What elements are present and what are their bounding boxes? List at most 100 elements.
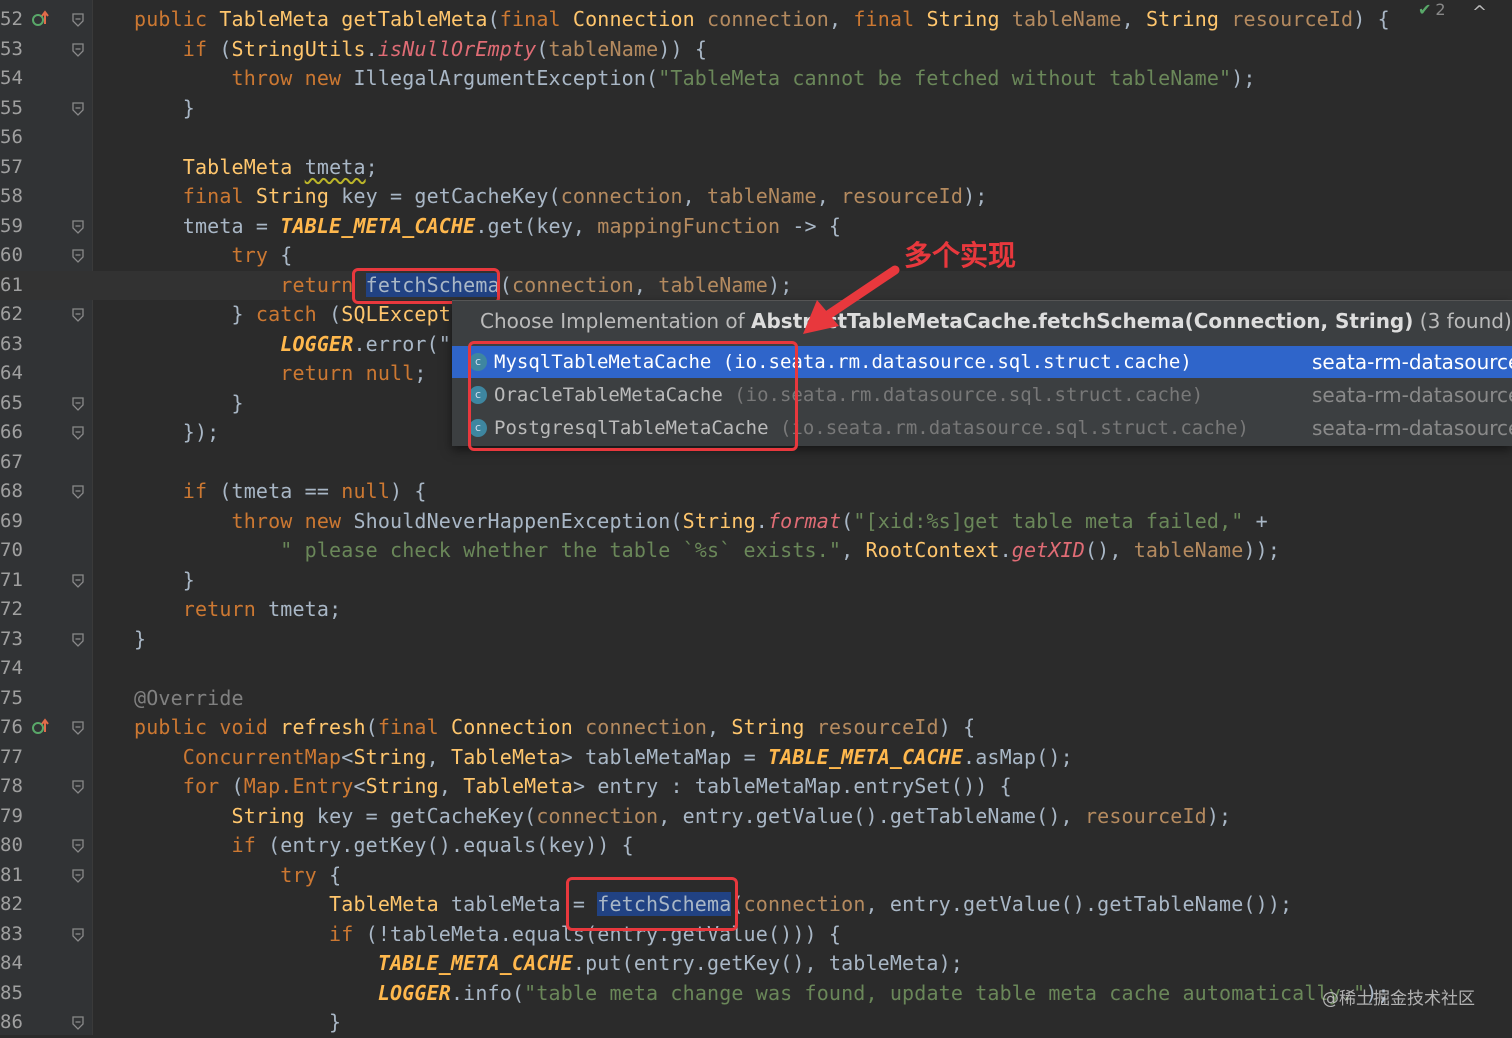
fold-icon[interactable] (72, 425, 84, 440)
code-line[interactable]: 85 LOGGER.info("table meta change was fo… (0, 979, 1512, 1009)
fold-icon[interactable] (72, 838, 84, 853)
code-line[interactable]: 59 tmeta = TABLE_META_CACHE.get(key, map… (0, 212, 1512, 242)
code-line[interactable]: 78 for (Map.Entry<String, TableMeta> ent… (0, 772, 1512, 802)
code-line[interactable]: 72 return tmeta; (0, 595, 1512, 625)
code-token: TABLE_META_CACHE (280, 213, 476, 238)
fold-icon[interactable] (72, 396, 84, 411)
code-line[interactable]: 69 throw new ShouldNeverHappenException(… (0, 507, 1512, 537)
code-text[interactable]: public void refresh(final Connection con… (134, 713, 975, 743)
code-text[interactable]: TABLE_META_CACHE.put(entry.getKey(), tab… (134, 949, 963, 979)
code-text[interactable]: if (StringUtils.isNullOrEmpty(tableName)… (134, 35, 707, 65)
code-line[interactable]: 68 if (tmeta == null) { (0, 477, 1512, 507)
code-line[interactable]: 74 (0, 654, 1512, 684)
fold-icon[interactable] (72, 720, 84, 735)
code-token: String (731, 715, 817, 739)
fold-icon[interactable] (72, 484, 84, 499)
fold-icon[interactable] (72, 219, 84, 234)
code-text[interactable]: try { (134, 861, 341, 891)
code-text[interactable]: LOGGER.error("g (134, 330, 463, 360)
code-line[interactable]: 83 if (!tableMeta.equals(entry.getValue(… (0, 920, 1512, 950)
code-token: String (231, 803, 317, 828)
line-number: 71 (0, 568, 23, 591)
code-token: ( (329, 302, 342, 326)
code-line[interactable]: 53 if (StringUtils.isNullOrEmpty(tableNa… (0, 35, 1512, 65)
code-token: connection (560, 184, 683, 208)
code-token: ( (487, 7, 500, 31)
code-token: TableMeta (451, 744, 561, 769)
code-text[interactable]: if (entry.getKey().equals(key)) { (134, 831, 634, 861)
override-marker-icon[interactable] (31, 10, 49, 28)
chevron-up-icon[interactable]: ^ (1472, 2, 1487, 23)
code-text[interactable]: } (134, 625, 146, 655)
code-token: TABLE_META_CACHE (767, 744, 964, 769)
code-text[interactable]: final String key = getCacheKey(connectio… (134, 182, 988, 212)
code-text[interactable]: LOGGER.info("table meta change was found… (134, 979, 1390, 1009)
code-text[interactable]: tmeta = TABLE_META_CACHE.get(key, mappin… (134, 212, 841, 242)
code-text[interactable]: } catch (SQLExcepti (134, 300, 464, 330)
code-line[interactable]: 52 public TableMeta getTableMeta(final Co… (0, 5, 1512, 35)
code-text[interactable]: if (tmeta == null) { (134, 477, 427, 507)
code-text[interactable]: } (134, 1008, 341, 1038)
code-text[interactable]: return tmeta; (134, 595, 341, 625)
code-line[interactable]: 79 String key = getCacheKey(connection, … (0, 802, 1512, 832)
code-line[interactable]: 60 try { (0, 241, 1512, 271)
code-text[interactable]: TableMeta tmeta; (134, 153, 378, 183)
code-token: .info( (450, 980, 525, 1005)
fold-icon[interactable] (72, 248, 84, 263)
code-token: TableMeta (219, 7, 342, 31)
code-line[interactable]: 84 TABLE_META_CACHE.put(entry.getKey(), … (0, 949, 1512, 979)
code-line[interactable]: 82 TableMeta tableMeta = fetchSchema(con… (0, 890, 1512, 920)
fold-icon[interactable] (72, 632, 84, 647)
code-text[interactable]: " please check whether the table `%s` ex… (134, 536, 1280, 566)
code-line[interactable]: 57 TableMeta tmeta; (0, 153, 1512, 183)
fold-icon[interactable] (72, 1015, 84, 1030)
code-line[interactable]: 73} (0, 625, 1512, 655)
code-line[interactable]: 71 } (0, 566, 1512, 596)
code-text[interactable]: String key = getCacheKey(connection, ent… (134, 802, 1232, 832)
code-text[interactable]: ConcurrentMap<String, TableMeta> tableMe… (134, 743, 1073, 773)
code-token: String (255, 184, 342, 208)
fold-icon[interactable] (72, 779, 84, 794)
code-text[interactable]: public TableMeta getTableMeta(final Conn… (134, 5, 1390, 35)
code-line[interactable]: 75 @Override (0, 684, 1512, 714)
inspection-widget[interactable]: ✔ 2 (1418, 0, 1446, 22)
code-line[interactable]: 56 (0, 123, 1512, 153)
code-token: final (134, 184, 256, 208)
code-text[interactable]: @Override (134, 684, 244, 714)
code-line[interactable]: 55 } (0, 94, 1512, 124)
override-marker-icon[interactable] (31, 718, 49, 736)
fold-icon[interactable] (72, 101, 84, 116)
line-number: 72 (0, 598, 23, 620)
code-text[interactable]: }); (134, 418, 219, 448)
code-line[interactable]: 77 ConcurrentMap<String, TableMeta> tabl… (0, 743, 1512, 773)
code-text[interactable]: throw new ShouldNeverHappenException(Str… (134, 507, 1268, 537)
fold-icon[interactable] (72, 307, 84, 322)
fold-icon[interactable] (72, 12, 84, 27)
code-line[interactable]: 76 public void refresh(final Connection c… (0, 713, 1512, 743)
code-line[interactable]: 86 } (0, 1008, 1512, 1038)
fold-icon[interactable] (72, 573, 84, 588)
code-text[interactable]: return null; (134, 359, 427, 389)
code-line[interactable]: 80 if (entry.getKey().equals(key)) { (0, 831, 1512, 861)
code-token: resourceId (1084, 803, 1207, 828)
code-text[interactable]: try { (134, 241, 293, 271)
code-line[interactable]: 81 try { (0, 861, 1512, 891)
code-text[interactable]: } (134, 94, 195, 124)
code-line[interactable]: 61 return fetchSchema(connection, tableN… (0, 270, 1512, 300)
code-text[interactable]: for (Map.Entry<String, TableMeta> entry … (134, 772, 1012, 802)
code-text[interactable]: } (134, 566, 195, 596)
code-text[interactable]: throw new IllegalArgumentException("Tabl… (134, 64, 1256, 94)
fold-icon[interactable] (72, 927, 84, 942)
code-editor[interactable]: 52 public TableMeta getTableMeta(final Co… (0, 0, 1512, 1035)
code-line[interactable]: 67 (0, 448, 1512, 478)
fold-icon[interactable] (72, 868, 84, 883)
fold-icon[interactable] (72, 42, 84, 57)
code-text[interactable]: } (134, 389, 244, 419)
code-token: connection (536, 803, 659, 828)
code-line[interactable]: 70 " please check whether the table `%s`… (0, 536, 1512, 566)
code-line[interactable]: 58 final String key = getCacheKey(connec… (0, 182, 1512, 212)
code-token: return null (134, 361, 415, 385)
code-token: public (134, 7, 220, 31)
code-line[interactable]: 54 throw new IllegalArgumentException("T… (0, 64, 1512, 94)
